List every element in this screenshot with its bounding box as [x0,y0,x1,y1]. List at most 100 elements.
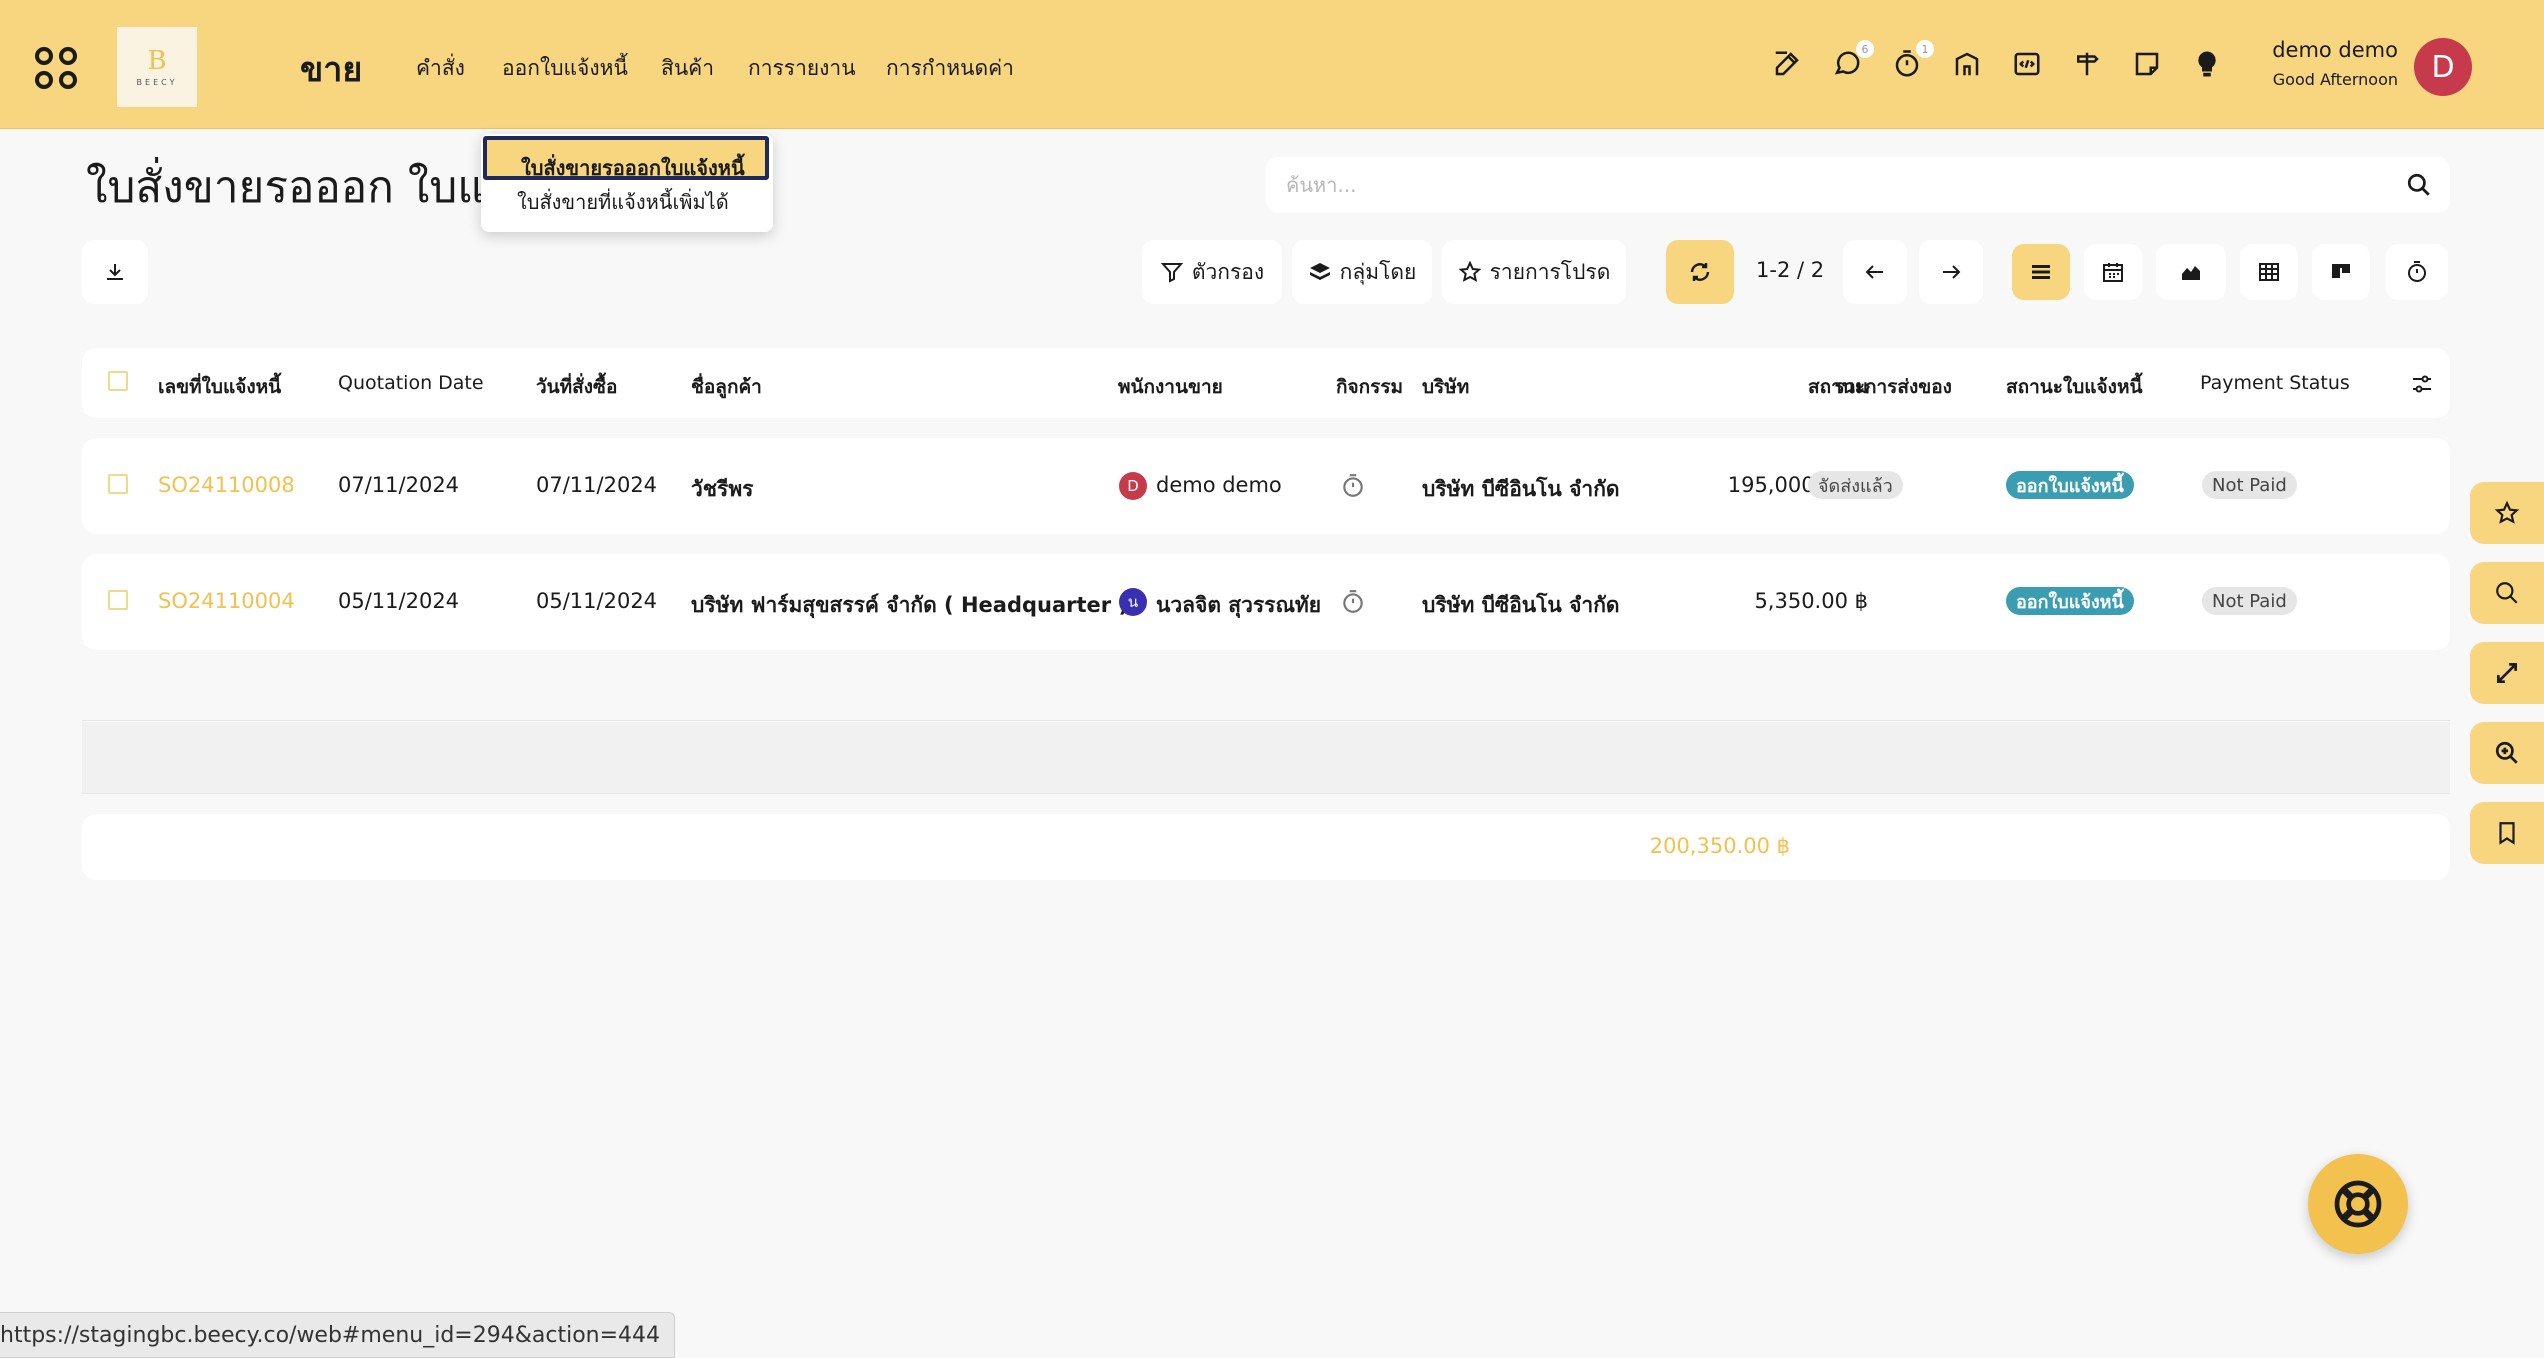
menu-invoicing[interactable]: ออกใบแจ้งหนี้ [502,52,628,85]
order-total: 5,350.00 ฿ [1754,589,1868,613]
filter-button[interactable]: ตัวกรอง [1142,240,1282,304]
side-search-button[interactable] [2470,562,2544,624]
grand-total: 200,350.00 ฿ [1649,834,1790,858]
user-name[interactable]: demo demo [2272,38,2398,62]
customer-name: วัชรีพร [691,477,754,501]
salesperson-name: นวลจิต สุวรรณทัย [1156,593,1322,617]
row-checkbox[interactable] [108,474,128,494]
avatar[interactable]: D [2414,38,2472,96]
search-input[interactable] [1286,157,2366,213]
download-icon [107,264,123,280]
order-date: 05/11/2024 [536,589,658,613]
quotation-date: 07/11/2024 [338,473,460,497]
zoom-in-icon [2495,741,2518,764]
layers-icon [1309,263,1330,280]
code-icon[interactable] [2010,46,2044,82]
column-header-quotation-date[interactable]: Quotation Date [338,372,484,394]
filter-icon [1160,263,1184,283]
pager-previous-button[interactable] [1843,240,1907,304]
order-number-link[interactable]: SO24110004 [158,589,295,613]
company-name: บริษัท บีซีอินโน จำกัด [1422,593,1620,617]
column-header-company[interactable]: บริษัท [1422,372,1469,402]
delivery-status-badge: จัดส่งแล้ว [1808,471,1903,499]
column-header-invoice-status[interactable]: สถานะใบแจ้งหนี้ [2006,372,2142,402]
refresh-icon [1690,263,1710,281]
chat-icon[interactable]: 6 [1830,40,1874,82]
logo-letter: B [147,45,167,76]
view-pivot-button[interactable] [2240,244,2298,300]
column-header-delivery-status[interactable]: สถานะการส่งของ [1808,372,1952,402]
building-icon[interactable] [1950,46,1984,82]
stopwatch-icon [2408,261,2426,282]
select-all-checkbox[interactable] [108,371,128,391]
side-zoom-button[interactable] [2470,722,2544,784]
lifebuoy-icon [2334,1180,2382,1228]
menu-reporting[interactable]: การรายงาน [748,52,856,85]
table-header: เลขที่ใบแจ้งหนี้ Quotation Date วันที่สั… [82,348,2450,418]
invoice-status-badge: ออกใบแจ้งหนี้ [2006,471,2134,499]
invoicing-dropdown: ใบสั่งขายรอออกใบแจ้งหนี้ ใบสั่งขายที่แจ้… [481,134,773,232]
menu-products[interactable]: สินค้า [661,52,714,85]
order-number-link[interactable]: SO24110008 [158,473,295,497]
app-title[interactable]: ขาย [300,42,362,96]
search-icon[interactable] [2406,172,2432,198]
side-favorite-button[interactable] [2470,482,2544,544]
star-icon [1458,260,1482,282]
column-settings-icon[interactable] [2410,372,2434,396]
activity-clock-icon[interactable] [1340,472,1366,500]
user-greeting: Good Afternoon [2272,70,2398,89]
search-bar[interactable] [1266,157,2450,213]
column-header-payment-status[interactable]: Payment Status [2200,372,2350,394]
note-icon[interactable] [2130,46,2164,82]
menu-configuration[interactable]: การกำหนดค่า [886,52,1014,85]
order-date: 07/11/2024 [536,473,658,497]
star-icon [2494,500,2520,524]
pager-value[interactable]: 1-2 / 2 [1756,258,1824,282]
kanban-icon [2332,264,2350,278]
side-bookmark-button[interactable] [2470,802,2544,864]
signpost-icon[interactable] [2070,46,2104,82]
view-kanban-button[interactable] [2312,244,2370,300]
column-header-activities[interactable]: กิจกรรม [1336,372,1403,402]
view-list-button[interactable] [2012,244,2070,300]
apps-icon[interactable] [32,44,80,92]
search-icon [2496,582,2518,604]
logo-text: BEECY [136,77,178,87]
lightbulb-icon[interactable] [2190,46,2224,82]
empty-row [82,722,2450,794]
favorites-button[interactable]: รายการโปรด [1442,240,1626,304]
table-row[interactable]: SO24110008 07/11/2024 07/11/2024 วัชรีพร… [82,438,2450,534]
row-checkbox[interactable] [108,590,128,610]
table-row[interactable]: SO24110004 05/11/2024 05/11/2024 บริษัท … [82,554,2450,650]
bookmark-icon [2499,822,2515,845]
refresh-button[interactable] [1666,240,1734,304]
dropdown-item-orders-to-upsell[interactable]: ใบสั่งขายที่แจ้งหนี้เพิ่มได้ [517,186,729,218]
dropdown-item-orders-to-invoice[interactable]: ใบสั่งขายรอออกใบแจ้งหนี้ [483,136,769,180]
systray: 6 1 [1770,40,2230,86]
column-header-order-date[interactable]: วันที่สั่งซื้อ [536,372,617,402]
view-calendar-button[interactable] [2084,244,2142,300]
divider [82,720,2450,721]
timer-badge: 1 [1916,40,1934,58]
table-icon [2259,263,2279,281]
download-button[interactable] [82,240,148,304]
filter-label: ตัวกรอง [1191,259,1265,284]
area-chart-icon [2182,266,2200,280]
salesperson-name: demo demo [1156,473,1282,497]
help-button[interactable] [2308,1154,2408,1254]
column-header-customer[interactable]: ชื่อลูกค้า [691,372,762,402]
activity-clock-icon[interactable] [1340,588,1366,616]
column-header-number[interactable]: เลขที่ใบแจ้งหนี้ [158,372,281,402]
view-activity-button[interactable] [2386,244,2448,300]
column-header-salesperson[interactable]: พนักงานขาย [1118,372,1223,402]
edit-icon[interactable] [1770,46,1804,82]
side-expand-button[interactable] [2470,642,2544,704]
group-by-label: กลุ่มโดย [1339,259,1417,284]
top-navbar: B BEECY ขาย คำสั่ง ออกใบแจ้งหนี้ สินค้า … [0,0,2544,129]
timer-icon[interactable]: 1 [1890,40,1934,82]
view-graph-button[interactable] [2156,244,2226,300]
group-by-button[interactable]: กลุ่มโดย [1292,240,1432,304]
company-logo[interactable]: B BEECY [117,27,197,107]
pager-next-button[interactable] [1919,240,1983,304]
menu-orders[interactable]: คำสั่ง [416,52,465,85]
